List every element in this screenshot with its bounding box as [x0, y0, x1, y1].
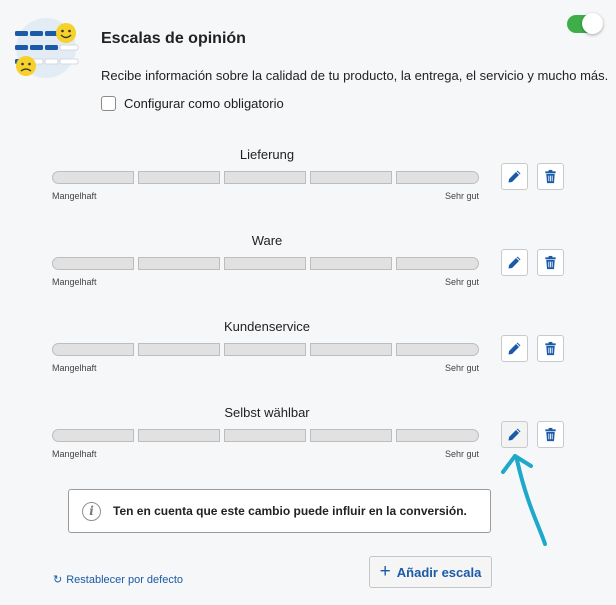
- scale-low-label: Mangelhaft: [52, 277, 97, 287]
- scale-segment[interactable]: [396, 429, 479, 442]
- scale-title: Kundenservice: [224, 319, 310, 334]
- toggle-knob: [582, 13, 603, 34]
- mandatory-option[interactable]: Configurar como obligatorio: [101, 96, 284, 111]
- delete-scale-button[interactable]: [537, 335, 564, 362]
- scale-segment[interactable]: [396, 257, 479, 270]
- scale-segment[interactable]: [396, 171, 479, 184]
- scale-segment[interactable]: [310, 343, 392, 356]
- enable-toggle[interactable]: [567, 13, 603, 34]
- pencil-icon: [508, 342, 521, 355]
- scale-segment[interactable]: [138, 171, 220, 184]
- scale-title: Ware: [251, 233, 283, 248]
- annotation-arrow: [501, 454, 547, 546]
- mandatory-label: Configurar como obligatorio: [124, 96, 284, 111]
- notice-text: Ten en cuenta que este cambio puede infl…: [113, 504, 467, 518]
- scale-segment[interactable]: [224, 257, 306, 270]
- reset-label: Restablecer por defecto: [66, 573, 184, 586]
- scale-segment[interactable]: [138, 343, 220, 356]
- scale-segment[interactable]: [138, 257, 220, 270]
- scale-segment[interactable]: [138, 429, 220, 442]
- scale-high-label: Sehr gut: [444, 277, 479, 287]
- edit-scale-button[interactable]: [501, 335, 528, 362]
- scale-bar: [52, 343, 480, 357]
- scale-segment[interactable]: [310, 257, 392, 270]
- trash-icon: [545, 341, 556, 356]
- scale-bar: [52, 171, 480, 185]
- scale-segment[interactable]: [224, 171, 306, 184]
- edit-scale-button[interactable]: [501, 163, 528, 190]
- trash-icon: [545, 169, 556, 184]
- scale-title: Selbst wählbar: [224, 405, 310, 420]
- scale-low-label: Mangelhaft: [52, 449, 97, 459]
- scale-title: Lieferung: [239, 147, 295, 162]
- panel-description: Recibe información sobre la calidad de t…: [101, 68, 609, 83]
- pencil-icon: [508, 256, 521, 269]
- edit-scale-button[interactable]: [501, 421, 528, 448]
- scale-segment[interactable]: [52, 343, 134, 356]
- scale-segment[interactable]: [52, 257, 134, 270]
- trash-icon: [545, 427, 556, 442]
- delete-scale-button[interactable]: [537, 249, 564, 276]
- panel-title: Escalas de opinión: [101, 30, 246, 47]
- scale-segment[interactable]: [224, 429, 306, 442]
- add-scale-label: Añadir escala: [396, 564, 482, 580]
- scale-high-label: Sehr gut: [444, 191, 479, 201]
- scale-segment[interactable]: [310, 429, 392, 442]
- trash-icon: [545, 255, 556, 270]
- scale-bar: [52, 429, 480, 443]
- delete-scale-button[interactable]: [537, 421, 564, 448]
- scale-high-label: Sehr gut: [444, 449, 479, 459]
- add-scale-button[interactable]: + Añadir escala: [369, 556, 492, 588]
- refresh-icon: ↻: [53, 574, 63, 586]
- opinion-scales-logo: [15, 18, 79, 78]
- edit-scale-button[interactable]: [501, 249, 528, 276]
- pencil-icon: [508, 170, 521, 183]
- delete-scale-button[interactable]: [537, 163, 564, 190]
- scale-bar: [52, 257, 480, 271]
- scale-lieferung: Lieferung Mangelhaft Sehr gut: [52, 147, 482, 203]
- scale-segment[interactable]: [224, 343, 306, 356]
- scale-segment[interactable]: [52, 429, 134, 442]
- pencil-icon: [508, 428, 521, 441]
- scale-low-label: Mangelhaft: [52, 191, 97, 201]
- scale-ware: Ware Mangelhaft Sehr gut: [52, 233, 482, 289]
- conversion-notice: i Ten en cuenta que este cambio puede in…: [68, 489, 491, 533]
- feedback-scales-panel: Escalas de opinión Recibe información so…: [0, 0, 616, 605]
- scale-segment[interactable]: [396, 343, 479, 356]
- plus-icon: +: [379, 561, 391, 582]
- reset-defaults-link[interactable]: ↻ Restablecer por defecto: [53, 573, 184, 587]
- scale-low-label: Mangelhaft: [52, 363, 97, 373]
- scale-segment[interactable]: [52, 171, 134, 184]
- mandatory-checkbox[interactable]: [101, 96, 116, 111]
- scale-kundenservice: Kundenservice Mangelhaft Sehr gut: [52, 319, 482, 375]
- scale-segment[interactable]: [310, 171, 392, 184]
- scale-selbst-waehlbar: Selbst wählbar Mangelhaft Sehr gut: [52, 405, 482, 461]
- scale-high-label: Sehr gut: [444, 363, 479, 373]
- info-icon: i: [82, 501, 101, 521]
